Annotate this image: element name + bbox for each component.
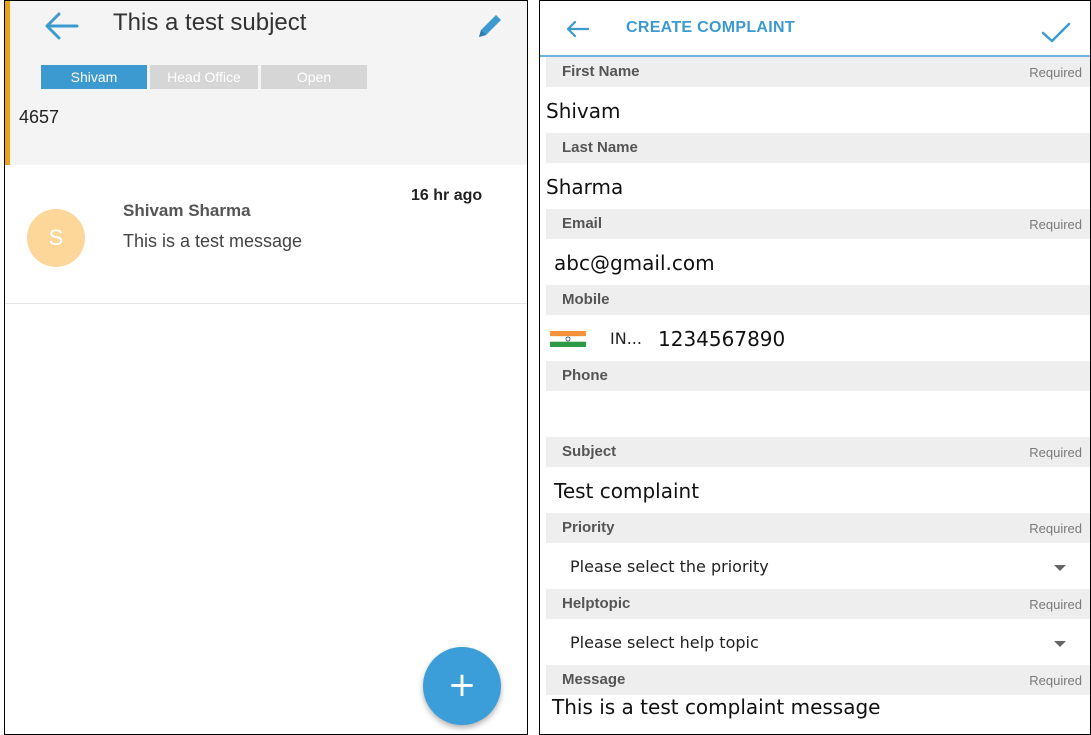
priority-select[interactable]: Please select the priority [540, 543, 1090, 589]
back-arrow-icon[interactable] [43, 11, 79, 41]
message-label-row: Message Required [546, 665, 1090, 695]
last-name-field[interactable]: Sharma [540, 163, 1090, 209]
message-sender: Shivam Sharma [123, 201, 251, 220]
assignee-tag: Shivam [41, 65, 147, 89]
helptopic-label-row: Helptopic Required [546, 589, 1090, 619]
priority-label-row: Priority Required [546, 513, 1090, 543]
message-field[interactable]: This is a test complaint message [540, 695, 1090, 734]
phone-label-row: Phone [546, 361, 1090, 391]
mobile-label: Mobile [562, 291, 610, 308]
ticket-tags: Shivam Head Office Open [41, 65, 367, 89]
subject-label: Subject [562, 443, 617, 460]
phone-field[interactable] [540, 391, 1090, 437]
helptopic-select[interactable]: Please select help topic [540, 619, 1090, 665]
required-indicator: Required [1029, 65, 1082, 80]
helptopic-label: Helptopic [562, 595, 631, 612]
first-name-label: First Name [562, 63, 640, 80]
phone-label: Phone [562, 367, 608, 384]
last-name-label-row: Last Name [546, 133, 1090, 163]
priority-selected-value: Please select the priority [570, 557, 769, 576]
ticket-number: 4657 [19, 107, 60, 127]
message-label: Message [562, 671, 626, 688]
avatar: S [27, 209, 85, 267]
subject-value: Test complaint [554, 479, 700, 503]
dropdown-caret-icon [1054, 641, 1066, 647]
create-complaint-screen: CREATE COMPLAINT First Name Required Shi… [539, 0, 1091, 735]
message-value: This is a test complaint message [552, 695, 881, 719]
first-name-value: Shivam [546, 99, 621, 123]
edit-pencil-icon[interactable] [475, 11, 505, 41]
last-name-label: Last Name [562, 139, 638, 156]
status-tag: Open [261, 65, 367, 89]
required-indicator: Required [1029, 521, 1082, 536]
plus-icon: + [447, 665, 477, 705]
email-label-row: Email Required [546, 209, 1090, 239]
subject-label-row: Subject Required [546, 437, 1090, 467]
dropdown-caret-icon [1054, 565, 1066, 571]
mobile-field[interactable]: IN... 1234567890 [540, 315, 1090, 361]
app-bar: CREATE COMPLAINT [540, 1, 1090, 57]
priority-label: Priority [562, 519, 615, 536]
mobile-label-row: Mobile [546, 285, 1090, 315]
message-list-item[interactable]: S Shivam Sharma This is a test message 1… [5, 165, 527, 304]
mobile-value: 1234567890 [658, 327, 786, 351]
message-timestamp: 16 hr ago [411, 187, 483, 204]
complaint-form: First Name Required Shivam Last Name Sha… [540, 57, 1090, 734]
first-name-field[interactable]: Shivam [540, 87, 1090, 133]
email-label: Email [562, 215, 603, 232]
ticket-detail-screen: This a test subject Shivam Head Office O… [4, 0, 528, 735]
required-indicator: Required [1029, 673, 1082, 688]
first-name-label-row: First Name Required [546, 57, 1090, 87]
required-indicator: Required [1029, 445, 1082, 460]
last-name-value: Sharma [546, 175, 624, 199]
add-reply-button[interactable]: + [423, 647, 501, 725]
india-flag-icon[interactable] [550, 331, 586, 347]
required-indicator: Required [1029, 597, 1082, 612]
message-text: This is a test message [123, 231, 303, 251]
department-tag: Head Office [150, 65, 258, 89]
required-indicator: Required [1029, 217, 1082, 232]
subject-field[interactable]: Test complaint [540, 467, 1090, 513]
page-title: CREATE COMPLAINT [626, 19, 795, 36]
ticket-subject-title: This a test subject [113, 9, 307, 36]
submit-check-icon[interactable] [1040, 19, 1072, 45]
ticket-header: This a test subject Shivam Head Office O… [5, 1, 527, 165]
helptopic-selected-value: Please select help topic [570, 633, 759, 652]
priority-accent-bar [5, 1, 10, 165]
back-arrow-icon[interactable] [564, 18, 590, 40]
email-value: abc@gmail.com [554, 251, 715, 275]
email-field[interactable]: abc@gmail.com [540, 239, 1090, 285]
country-code[interactable]: IN... [610, 329, 642, 348]
